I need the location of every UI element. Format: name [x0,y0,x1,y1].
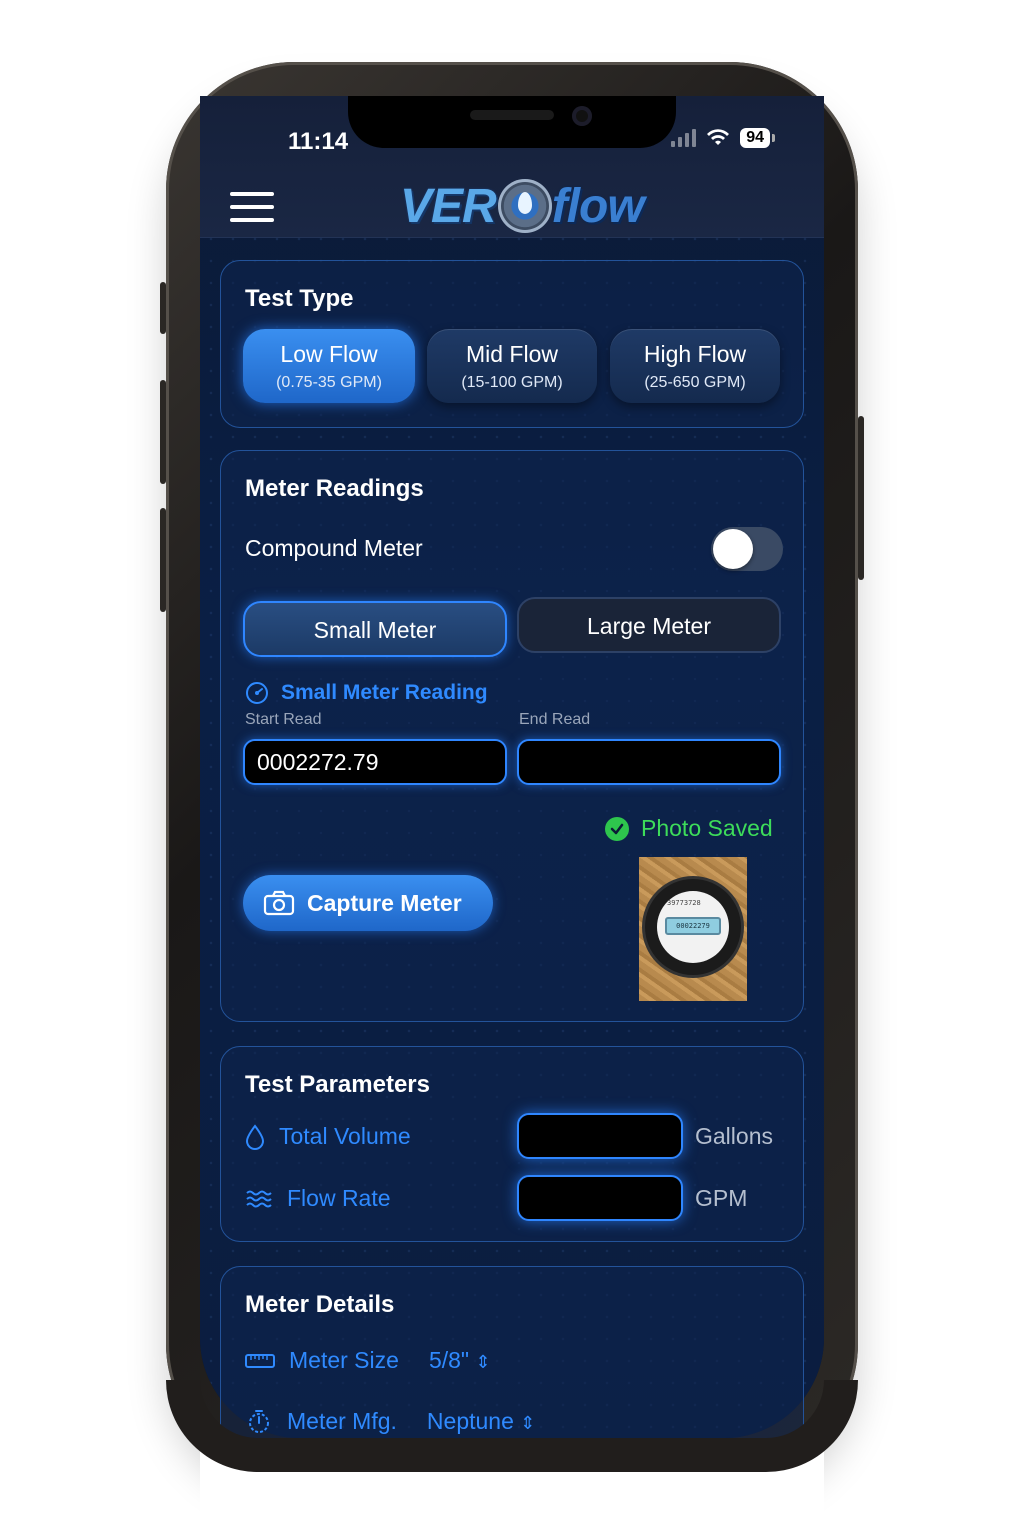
meter-size-label: Meter Size [289,1347,399,1373]
meter-mfg-select[interactable]: Neptune ⇕ [427,1408,535,1435]
compound-meter-label: Compound Meter [245,535,423,561]
test-parameters-card: Test Parameters Total Volume Gallons Flo… [220,1046,804,1242]
capture-meter-label: Capture Meter [307,889,462,916]
small-meter-button[interactable]: Small Meter [243,601,507,657]
wifi-icon [707,129,730,145]
test-parameters-title: Test Parameters [245,1071,430,1098]
flow-rate-input[interactable] [517,1175,683,1221]
water-drop-icon [245,1123,265,1150]
compound-meter-toggle[interactable] [711,527,783,571]
ruler-icon [245,1353,275,1368]
start-read-input[interactable]: 0002272.79 [243,739,507,785]
low-flow-button[interactable]: Low Flow (0.75-35 GPM) [243,329,415,403]
test-type-card: Test Type Low Flow (0.75-35 GPM) Mid Flo… [220,260,804,428]
large-meter-button[interactable]: Large Meter [517,597,781,653]
battery-icon: 94 [740,128,775,148]
meter-mfg-row[interactable]: Meter Mfg. Neptune ⇕ [245,1407,535,1435]
total-volume-label: Total Volume [245,1123,411,1150]
gpm-unit: GPM [695,1185,748,1211]
meter-photo-thumbnail[interactable]: 39773728 00022279 [639,857,747,1001]
test-type-title: Test Type [245,285,354,312]
high-flow-button[interactable]: High Flow (25-650 GPM) [610,329,780,403]
flow-rate-label: Flow Rate [245,1185,391,1212]
meter-readings-card: Meter Readings Compound Meter Small Mete… [220,450,804,1022]
hamburger-menu-icon[interactable] [230,192,274,222]
check-circle-icon [605,816,629,841]
chevron-updown-icon: ⇕ [475,1352,491,1372]
end-read-label: End Read [519,711,591,728]
meter-mfg-label: Meter Mfg. [287,1407,397,1434]
start-read-label: Start Read [245,711,322,728]
gallons-unit: Gallons [695,1123,773,1149]
chevron-updown-icon: ⇕ [520,1412,536,1433]
timer-icon [249,1410,269,1433]
end-read-input[interactable] [517,739,781,785]
meter-size-row[interactable]: Meter Size 5/8" ⇕ [245,1347,491,1374]
status-icons: 94 [671,128,775,148]
meter-details-title: Meter Details [245,1291,395,1318]
notch [348,96,676,148]
photo-saved-status: Photo Saved [605,815,773,842]
waves-icon [246,1190,272,1207]
capture-meter-button[interactable]: Capture Meter [243,875,493,931]
meter-readings-title: Meter Readings [245,475,424,502]
total-volume-input[interactable] [517,1113,683,1159]
veroflow-logo: VER flow [400,179,645,233]
mid-flow-button[interactable]: Mid Flow (15-100 GPM) [427,329,597,403]
water-drop-logo-icon [497,179,552,233]
gauge-icon [246,682,268,704]
small-meter-reading-title: Small Meter Reading [281,681,488,704]
camera-icon [263,890,295,916]
meter-size-select[interactable]: 5/8" ⇕ [429,1347,491,1374]
photo-saved-label: Photo Saved [641,815,773,841]
status-time: 11:14 [288,128,349,155]
signal-icon [671,129,697,147]
